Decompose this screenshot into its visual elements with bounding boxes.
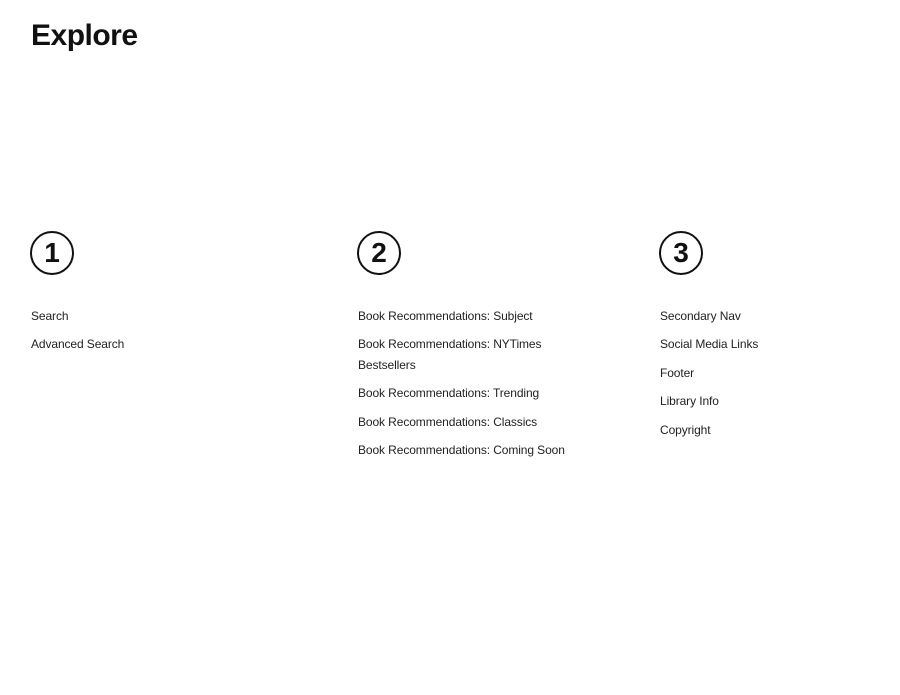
- column-1: 1 Search Advanced Search: [30, 231, 280, 363]
- list-item-book-recs-coming-soon: Book Recommendations: Coming Soon: [358, 443, 565, 458]
- step-number-2-badge: 2: [357, 231, 401, 275]
- list-item-footer: Footer: [660, 365, 695, 380]
- list-item-advanced-search: Advanced Search: [31, 337, 125, 352]
- list-item-social-media-links: Social Media Links: [660, 337, 759, 352]
- column-2: 2 Book Recommendations: Subject Book Rec…: [357, 231, 587, 468]
- column-2-item-list: Book Recommendations: Subject Book Recom…: [358, 306, 587, 461]
- step-number-1-badge: 1: [30, 231, 74, 275]
- list-item-copyright: Copyright: [660, 422, 711, 437]
- list-item-secondary-nav: Secondary Nav: [660, 309, 741, 323]
- column-3-item-list: Secondary Nav Social Media Links Footer …: [660, 306, 879, 440]
- list-item-search: Search: [31, 309, 69, 323]
- list-item-book-recs-nytimes: Book Recommendations: NYTimes Bestseller…: [358, 337, 542, 372]
- step-number-3-badge: 3: [659, 231, 703, 275]
- list-item-book-recs-trending: Book Recommendations: Trending: [358, 386, 540, 401]
- column-3: 3 Secondary Nav Social Media Links Foote…: [659, 231, 879, 448]
- list-item-book-recs-classics: Book Recommendations: Classics: [358, 414, 538, 429]
- page-title: Explore: [31, 19, 138, 52]
- list-item-library-info: Library Info: [660, 394, 719, 409]
- list-item-book-recs-subject: Book Recommendations: Subject: [358, 309, 533, 323]
- column-1-item-list: Search Advanced Search: [31, 306, 280, 355]
